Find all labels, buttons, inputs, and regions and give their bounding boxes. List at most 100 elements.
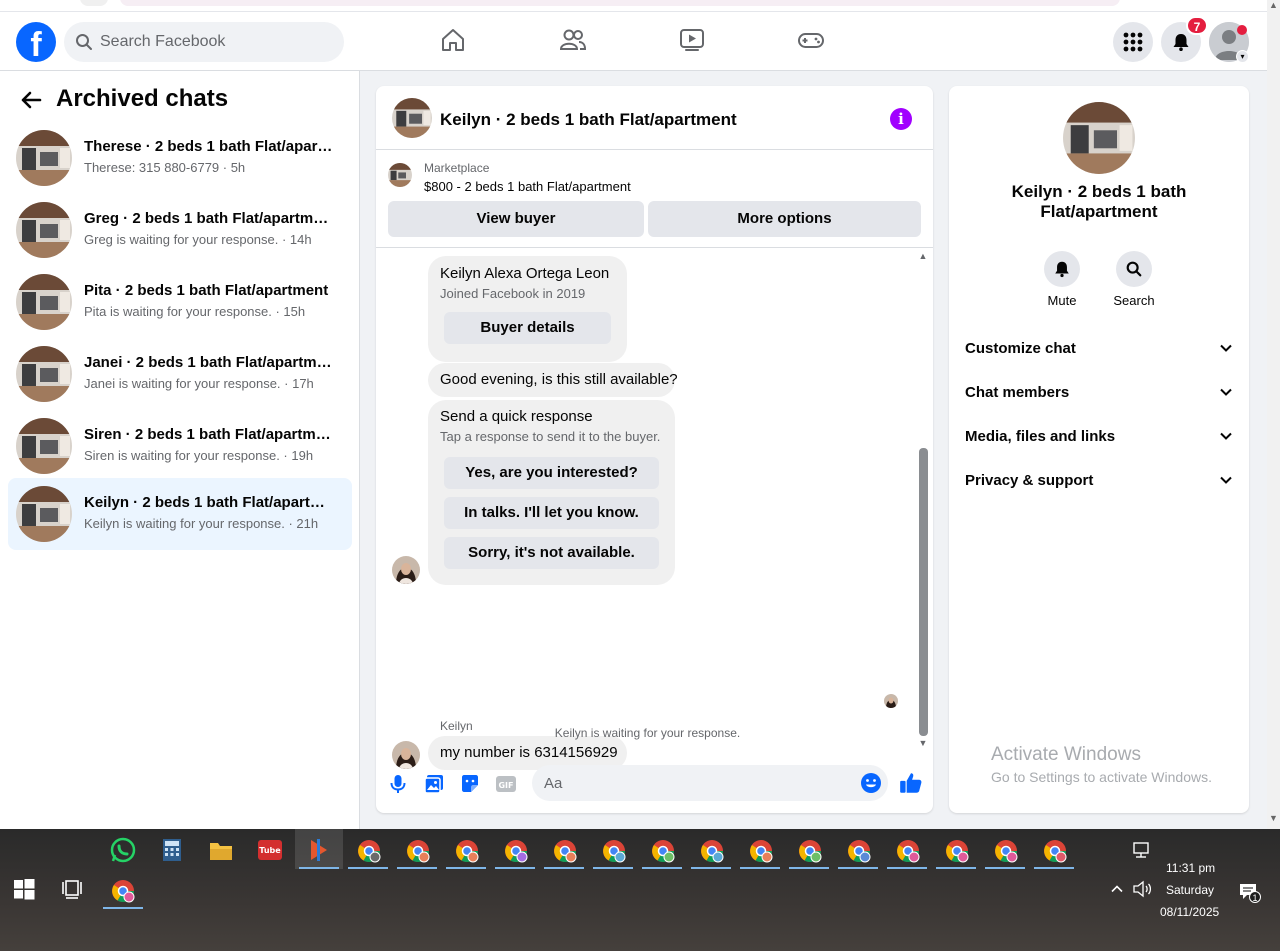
network-icon[interactable]: [1132, 841, 1152, 859]
mute-button[interactable]: Mute: [1032, 251, 1092, 308]
microphone-icon[interactable]: [386, 772, 410, 796]
sticker-icon[interactable]: [458, 772, 482, 796]
home-icon[interactable]: [439, 26, 467, 54]
chat-list-item-active[interactable]: Keilyn · 2 beds 1 bath Flat/apartme... K…: [8, 478, 352, 550]
buyer-details-button[interactable]: Buyer details: [444, 312, 611, 344]
chrome-profile-icon[interactable]: [552, 838, 578, 864]
scroll-up-arrow[interactable]: ▲: [918, 252, 928, 261]
facebook-logo[interactable]: f: [16, 22, 56, 62]
row-label: Chat members: [965, 384, 1070, 401]
gaming-icon[interactable]: [797, 26, 825, 54]
calculator-icon[interactable]: [159, 837, 185, 863]
search-in-chat-button[interactable]: Search: [1104, 251, 1164, 308]
chat-members-row[interactable]: Chat members: [965, 379, 1233, 407]
running-indicator: [544, 867, 584, 869]
customize-chat-row[interactable]: Customize chat: [965, 335, 1233, 363]
chrome-profile-icon[interactable]: [405, 838, 431, 864]
chevron-down-icon: [1220, 432, 1232, 440]
account-alert-dot: [1237, 25, 1247, 35]
browser-toolbar: [0, 0, 1280, 12]
address-bar[interactable]: [120, 0, 1120, 6]
chat-preview: Greg is waiting for your response. · 14h: [84, 232, 312, 247]
gif-icon[interactable]: GIF: [494, 772, 518, 796]
quick-response-option[interactable]: Yes, are you interested?: [444, 457, 659, 489]
clock-day[interactable]: Saturday: [1166, 883, 1214, 897]
page-scrollbar[interactable]: ▲ ▼: [1267, 0, 1280, 829]
file-explorer-icon[interactable]: [208, 838, 234, 864]
conversation-title[interactable]: Keilyn · 2 beds 1 bath Flat/apartment: [440, 110, 737, 130]
clock-date[interactable]: 08/11/2025: [1160, 905, 1219, 919]
whatsapp-icon[interactable]: [110, 837, 136, 863]
menu-button[interactable]: [1113, 22, 1153, 62]
message-scrollbar[interactable]: [919, 448, 928, 736]
chat-name: Therese · 2 beds 1 bath Flat/apart...: [84, 138, 334, 155]
view-buyer-button[interactable]: View buyer: [388, 201, 644, 237]
running-indicator: [397, 867, 437, 869]
privacy-support-row[interactable]: Privacy & support: [965, 467, 1233, 495]
search-bar[interactable]: Search Facebook: [64, 22, 344, 62]
chrome-profile-icon[interactable]: [1042, 838, 1068, 864]
listing-thumbnail: [16, 274, 72, 330]
friends-icon[interactable]: [559, 26, 587, 54]
message-text: Good evening, is this still available?: [440, 371, 678, 388]
chat-preview: Janei is waiting for your response. · 17…: [84, 376, 314, 391]
youtube-app-icon[interactable]: Tube: [257, 837, 283, 863]
thumbs-up-icon[interactable]: [898, 770, 924, 796]
chrome-profile-icon[interactable]: [846, 838, 872, 864]
emoji-icon[interactable]: [860, 772, 882, 794]
chrome-profile-icon[interactable]: [650, 838, 676, 864]
chat-name: Greg · 2 beds 1 bath Flat/apartment: [84, 210, 334, 227]
quick-response-option[interactable]: In talks. I'll let you know.: [444, 497, 659, 529]
chevron-down-icon[interactable]: ▾: [1236, 50, 1249, 63]
back-arrow-icon[interactable]: [20, 89, 42, 111]
chevron-up-icon[interactable]: [1110, 882, 1124, 896]
browser-back-area[interactable]: [80, 0, 108, 6]
watch-video-icon[interactable]: [678, 26, 706, 54]
chrome-profile-icon[interactable]: [993, 838, 1019, 864]
chat-name: Keilyn · 2 beds 1 bath Flat/apartme...: [84, 494, 334, 511]
clock-time[interactable]: 11:31 pm: [1166, 861, 1215, 875]
activate-windows-subtitle: Go to Settings to activate Windows.: [991, 769, 1212, 785]
media-files-links-row[interactable]: Media, files and links: [965, 423, 1233, 451]
chrome-profile-icon[interactable]: [601, 838, 627, 864]
windows-start-icon[interactable]: [12, 877, 36, 901]
chrome-profile-icon[interactable]: [797, 838, 823, 864]
chrome-profile-icon[interactable]: [454, 838, 480, 864]
quick-response-option[interactable]: Sorry, it's not available.: [444, 537, 659, 569]
listing-title[interactable]: $800 - 2 beds 1 bath Flat/apartment: [424, 179, 631, 194]
running-indicator: [299, 867, 339, 869]
volume-icon[interactable]: [1132, 880, 1152, 898]
message-input[interactable]: Aa: [532, 765, 888, 801]
conversation-avatar[interactable]: [392, 98, 432, 138]
bell-icon: [1055, 261, 1069, 278]
chrome-profile-icon[interactable]: [503, 838, 529, 864]
chrome-profile-icon[interactable]: [356, 838, 382, 864]
task-view-icon[interactable]: [60, 877, 84, 901]
scroll-down-arrow[interactable]: ▼: [1269, 813, 1278, 823]
chat-preview: Keilyn is waiting for your response. · 2…: [84, 516, 319, 531]
chrome-profile-icon[interactable]: [944, 838, 970, 864]
chrome-profile-icon[interactable]: [748, 838, 774, 864]
scroll-down-arrow[interactable]: ▼: [918, 739, 928, 748]
chat-list-item[interactable]: Pita · 2 beds 1 bath Flat/apartment Pita…: [8, 266, 352, 338]
chrome-profile-icon[interactable]: [110, 878, 136, 904]
chat-list-item[interactable]: Greg · 2 beds 1 bath Flat/apartment Greg…: [8, 194, 352, 266]
chat-list-item[interactable]: Therese · 2 beds 1 bath Flat/apart... Th…: [8, 122, 352, 194]
chrome-profile-icon[interactable]: [895, 838, 921, 864]
info-icon[interactable]: i: [890, 108, 912, 130]
photo-icon[interactable]: [422, 772, 446, 796]
chat-preview: Therese: 315 880-6779 · 5h: [84, 160, 246, 175]
chat-list-item[interactable]: Siren · 2 beds 1 bath Flat/apartment Sir…: [8, 410, 352, 482]
scroll-up-arrow[interactable]: ▲: [1269, 0, 1278, 10]
sender-avatar[interactable]: [392, 556, 420, 584]
quick-response-title: Send a quick response: [440, 408, 593, 425]
more-options-button[interactable]: More options: [648, 201, 921, 237]
chat-list-item[interactable]: Janei · 2 beds 1 bath Flat/apartment Jan…: [8, 338, 352, 410]
top-navigation-bar: f Search Facebook 7 ▾: [0, 12, 1267, 71]
listing-thumbnail: [16, 130, 72, 186]
chat-name: Janei · 2 beds 1 bath Flat/apartment: [84, 354, 334, 371]
quick-response-subtitle: Tap a response to send it to the buyer.: [440, 429, 661, 444]
media-app-icon[interactable]: [306, 837, 332, 863]
running-indicator: [838, 867, 878, 869]
chrome-profile-icon[interactable]: [699, 838, 725, 864]
